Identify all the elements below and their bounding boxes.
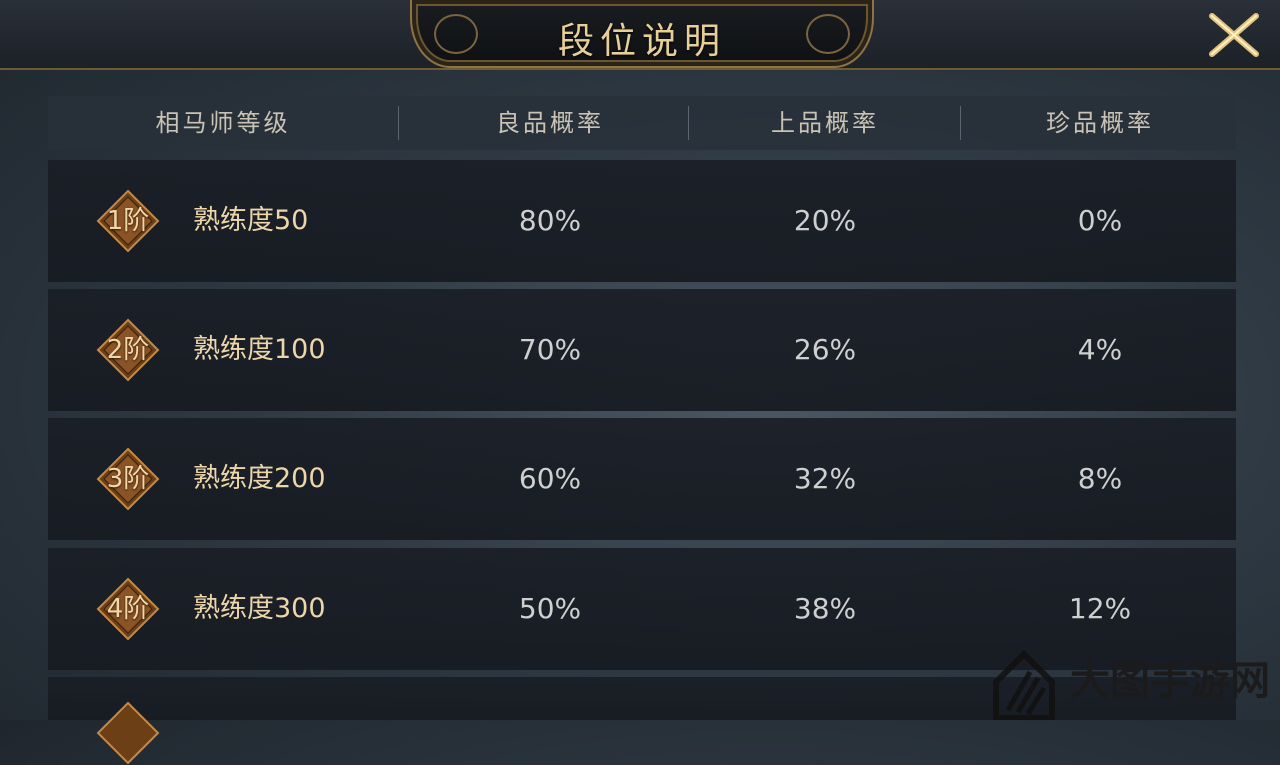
good-rate-value: 60% (518, 462, 582, 495)
fine-rate-value: 38% (793, 592, 857, 625)
fine-rate-value: 26% (793, 333, 857, 366)
page-title: 段位说明 (557, 21, 726, 62)
tier-badge-label: 4阶 (106, 594, 150, 624)
diamond-badge-icon (96, 701, 160, 765)
title-plate: 段位说明 (410, 0, 874, 68)
rare-rate-value: 8% (1077, 462, 1123, 495)
header-level: 相马师等级 (155, 109, 291, 137)
close-x-icon (1209, 13, 1259, 57)
level-label: 熟练度300 (193, 593, 326, 624)
header-divider (398, 106, 399, 140)
good-rate-value: 70% (518, 333, 582, 366)
header-fine-rate: 上品概率 (771, 109, 879, 137)
level-label: 熟练度100 (193, 334, 326, 365)
top-bar: 段位说明 (0, 0, 1280, 70)
tier-badge-label: 2阶 (106, 335, 150, 365)
fine-rate-value: 20% (793, 204, 857, 237)
good-rate-value: 80% (518, 204, 582, 237)
table-header: 相马师等级 良品概率 上品概率 珍品概率 (48, 96, 1236, 150)
rare-rate-value: 0% (1077, 204, 1123, 237)
good-rate-value: 50% (518, 592, 582, 625)
table-row: 1阶 熟练度50 80% 20% 0% (48, 160, 1236, 282)
header-good-rate: 良品概率 (496, 109, 604, 137)
fine-rate-value: 32% (793, 462, 857, 495)
tier-badge-label: 1阶 (106, 206, 150, 236)
table-row: 3阶 熟练度200 60% 32% 8% (48, 418, 1236, 540)
level-label: 熟练度50 (193, 205, 309, 236)
header-divider (688, 106, 689, 140)
header-rare-rate: 珍品概率 (1046, 109, 1154, 137)
table-row: 2阶 熟练度100 70% 26% 4% (48, 289, 1236, 411)
rare-rate-value: 4% (1077, 333, 1123, 366)
close-button[interactable] (1206, 10, 1262, 60)
level-label: 熟练度200 (193, 463, 326, 494)
tier-badge-label: 3阶 (106, 464, 150, 494)
header-divider (960, 106, 961, 140)
watermark-text: 大图手游网 (1070, 657, 1270, 704)
